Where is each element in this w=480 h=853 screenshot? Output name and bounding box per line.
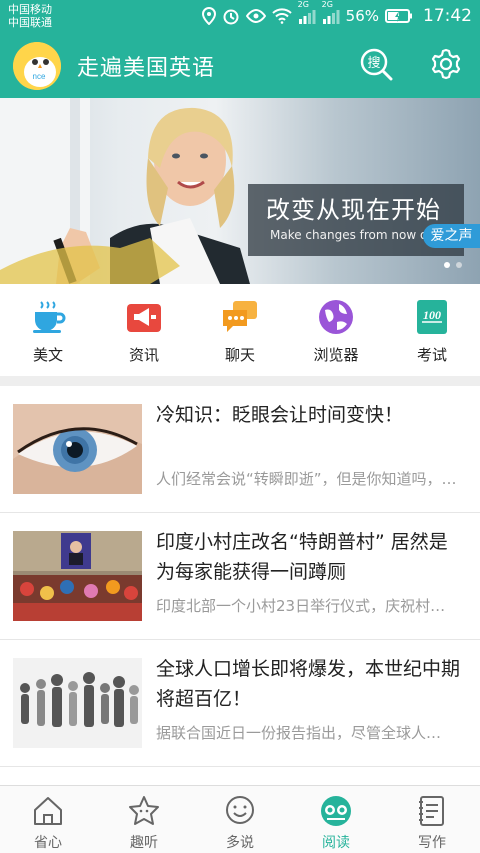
eye-comfort-icon xyxy=(245,9,266,23)
nav-tab-yuedu[interactable]: 阅读 xyxy=(288,786,384,853)
nav-tab-quting[interactable]: 趣听 xyxy=(96,786,192,853)
search-button[interactable]: 搜 xyxy=(358,46,394,82)
bottom-navigation: 省心 趣听 多说 阅读 写作 xyxy=(0,785,480,853)
news-title: 印度小村庄改名“特朗普村” 居然是为每家能获得一间蹲厕 xyxy=(156,531,448,583)
eye-photo xyxy=(13,404,142,494)
alarm-icon xyxy=(223,9,239,25)
carousel-indicator xyxy=(444,262,462,268)
village-photo xyxy=(13,531,142,621)
news-item[interactable]: 冷知识：眨眼会让时间变快！ 人们经常会说“转瞬即逝”，但是你知道吗，… xyxy=(0,386,480,513)
clock: 17:42 xyxy=(423,6,472,26)
teacup-icon xyxy=(33,301,66,333)
battery-charging-icon xyxy=(385,9,412,23)
network-type-1: 2G xyxy=(297,0,309,9)
status-icons: 2G 2G 56% 17:42 xyxy=(201,0,472,32)
nav-tab-xiezuo[interactable]: 写作 xyxy=(384,786,480,853)
nav-label: 阅读 xyxy=(322,835,350,851)
news-list: 冷知识：眨眼会让时间变快！ 人们经常会说“转瞬即逝”，但是你知道吗，… 印度小村… xyxy=(0,386,480,767)
news-title: 全球人口增长即将爆发，本世纪中期将超百亿！ xyxy=(156,658,461,710)
brand-tag[interactable]: 爱之声 xyxy=(423,224,480,248)
settings-button[interactable] xyxy=(428,46,464,82)
carousel-dot-active xyxy=(444,262,450,268)
network-type-2: 2G xyxy=(321,0,333,9)
logo-text: nce xyxy=(33,72,46,81)
carousel-dot xyxy=(456,262,462,268)
status-bar: 中国移动 中国联通 2G 2G 56% 17:42 xyxy=(0,0,480,32)
category-label: 浏览器 xyxy=(313,346,359,364)
gear-icon xyxy=(431,48,461,80)
signal-bars-icon xyxy=(298,10,316,24)
smile-bubble-icon xyxy=(226,796,254,824)
category-browser[interactable]: 浏览器 xyxy=(288,284,384,376)
search-icon: 搜 xyxy=(360,48,393,81)
app-header: nce 走遍美国英语 搜 xyxy=(0,32,480,98)
section-divider xyxy=(0,376,480,386)
search-label: 搜 xyxy=(367,56,380,71)
news-summary: 印度北部一个小村23日举行仪式，庆祝村… xyxy=(156,597,446,615)
nav-label: 趣听 xyxy=(130,835,158,851)
news-thumbnail xyxy=(13,531,142,621)
nav-label: 省心 xyxy=(34,835,62,851)
category-liaotian[interactable]: 聊天 xyxy=(192,284,288,376)
news-title: 冷知识：眨眼会让时间变快！ xyxy=(156,404,404,426)
nav-label: 写作 xyxy=(418,835,446,851)
home-icon xyxy=(34,797,62,825)
category-label: 考试 xyxy=(416,346,447,364)
news-thumbnail xyxy=(13,658,142,748)
banner-headline: 改变从现在开始 xyxy=(266,196,441,224)
nav-tab-shengxin[interactable]: 省心 xyxy=(0,786,96,853)
category-kaoshi[interactable]: 100 考试 xyxy=(384,284,480,376)
carrier-info: 中国移动 中国联通 xyxy=(8,3,52,29)
nav-tab-duoshuo[interactable]: 多说 xyxy=(192,786,288,853)
nav-label: 多说 xyxy=(226,835,254,851)
app-title: 走遍美国英语 xyxy=(77,56,216,81)
news-item[interactable]: 全球人口增长即将爆发，本世纪中期将超百亿！ 据联合国近日一份报告指出，尽管全球人… xyxy=(0,640,480,767)
app-logo: nce xyxy=(13,42,61,90)
banner-subline: Make changes from now on xyxy=(270,228,435,242)
owl-mascot-icon: nce xyxy=(13,42,61,90)
category-label: 美文 xyxy=(32,346,63,364)
megaphone-icon xyxy=(127,304,161,332)
signal-1: 2G xyxy=(298,0,316,24)
category-label: 聊天 xyxy=(224,346,255,364)
category-meiwen[interactable]: 美文 xyxy=(0,284,96,376)
signal-bars-icon xyxy=(322,10,340,24)
news-thumbnail xyxy=(13,404,142,494)
battery-percent: 56% xyxy=(345,7,379,25)
news-item[interactable]: 印度小村庄改名“特朗普村” 居然是为每家能获得一间蹲厕 印度北部一个小村23日举… xyxy=(0,513,480,640)
reading-glasses-icon xyxy=(321,796,351,826)
population-photo xyxy=(13,658,142,748)
category-row: 美文 资讯 聊天 浏览器 100 考试 xyxy=(0,284,480,376)
exam-100-icon: 100 xyxy=(417,300,447,334)
location-icon xyxy=(201,7,216,25)
news-summary: 据联合国近日一份报告指出，尽管全球人… xyxy=(156,724,442,742)
chat-bubbles-icon xyxy=(223,301,257,332)
globe-icon xyxy=(319,300,353,334)
banner-carousel[interactable]: 改变从现在开始 Make changes from now on 爱之声 xyxy=(0,98,480,284)
notebook-icon xyxy=(419,796,444,826)
signal-2: 2G xyxy=(322,0,340,24)
category-zixun[interactable]: 资讯 xyxy=(96,284,192,376)
category-label: 资讯 xyxy=(128,346,159,364)
svg-text:100: 100 xyxy=(423,308,441,322)
star-face-icon xyxy=(129,796,159,825)
carrier-1: 中国移动 xyxy=(8,3,52,16)
news-summary: 人们经常会说“转瞬即逝”，但是你知道吗，… xyxy=(156,470,457,488)
wifi-icon xyxy=(271,8,292,24)
carrier-2: 中国联通 xyxy=(8,16,52,29)
